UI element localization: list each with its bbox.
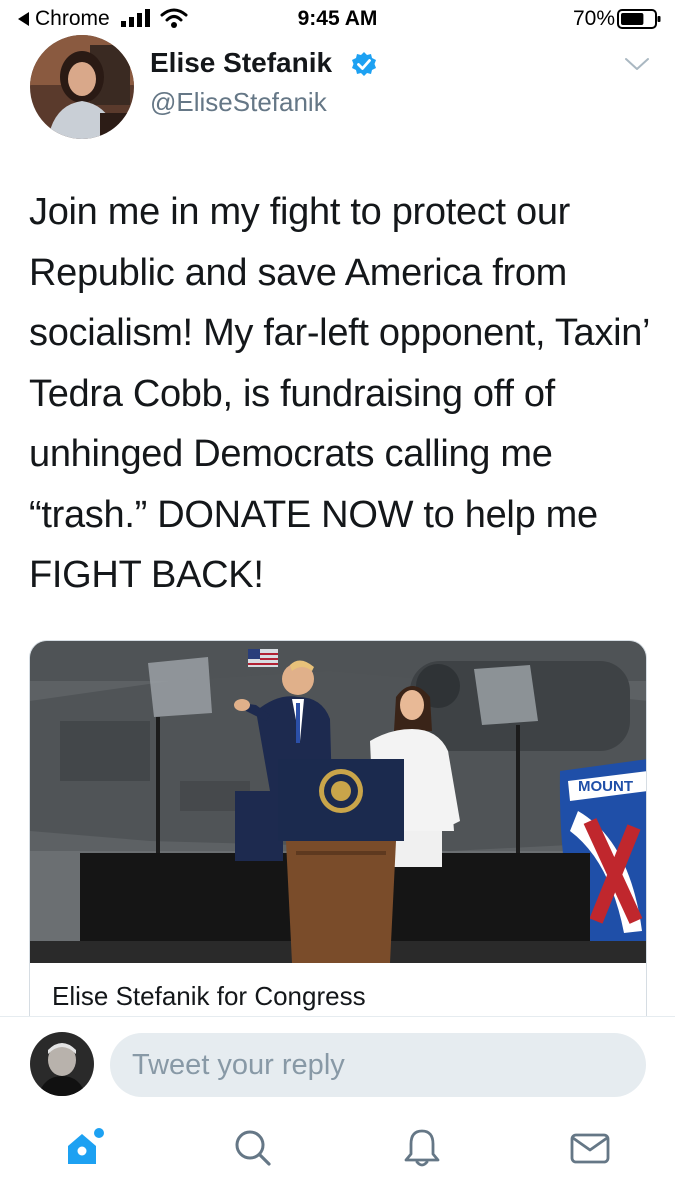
author-name[interactable]: Elise Stefanik bbox=[150, 47, 332, 79]
notifications-icon bbox=[404, 1129, 440, 1167]
author-handle[interactable]: @EliseStefanik bbox=[150, 87, 327, 118]
tab-messages[interactable] bbox=[568, 1126, 612, 1170]
user-avatar[interactable] bbox=[30, 1032, 94, 1096]
chevron-down-icon[interactable] bbox=[624, 56, 650, 72]
tweet-text: Join me in my fight to protect our Repub… bbox=[29, 191, 649, 596]
status-bar: Chrome 9:45 AM 70% bbox=[0, 0, 675, 38]
search-icon bbox=[235, 1130, 271, 1166]
tab-notifications[interactable] bbox=[400, 1126, 444, 1170]
verified-badge-icon bbox=[352, 52, 376, 76]
tab-search[interactable] bbox=[231, 1126, 275, 1170]
link-card[interactable]: MOUNT Elise Stefanik for Congress bbox=[29, 640, 647, 1040]
messages-icon bbox=[570, 1133, 610, 1164]
home-icon bbox=[68, 1128, 104, 1164]
battery-icon bbox=[617, 9, 661, 29]
reply-input[interactable] bbox=[110, 1033, 646, 1097]
author-avatar[interactable] bbox=[30, 35, 134, 139]
patch-badge-text: MOUNT bbox=[578, 778, 633, 795]
card-image: MOUNT bbox=[30, 641, 646, 963]
battery-percent: 70% bbox=[572, 7, 615, 30]
tab-home[interactable] bbox=[62, 1126, 106, 1170]
card-title[interactable]: Elise Stefanik for Congress bbox=[52, 981, 366, 1012]
